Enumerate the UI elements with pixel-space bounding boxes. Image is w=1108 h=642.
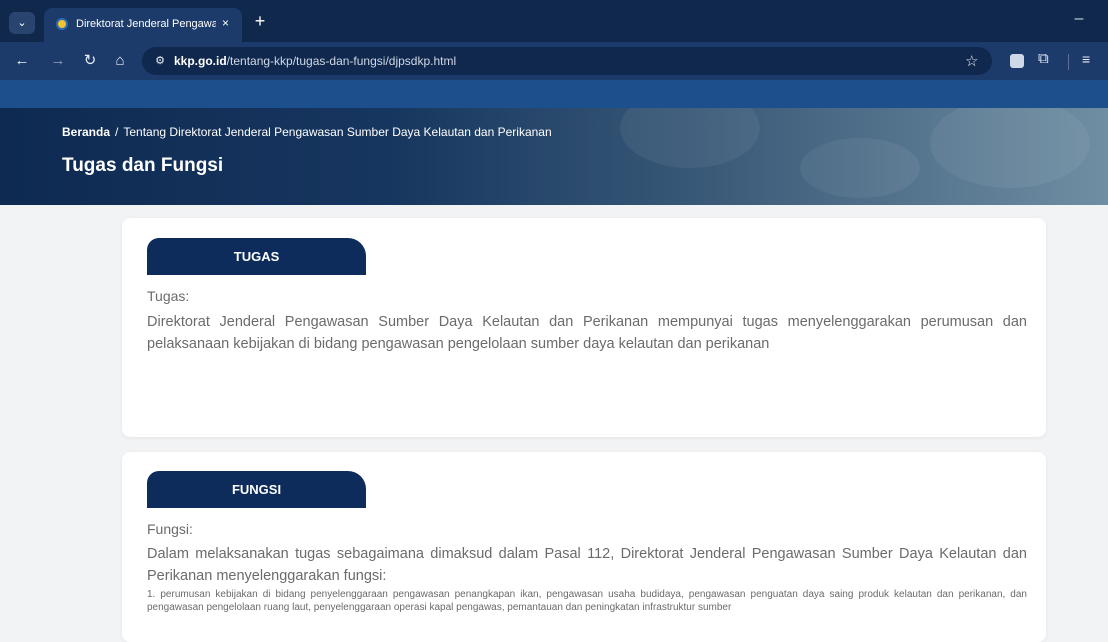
puzzle-icon[interactable]: ⧉ xyxy=(1038,50,1049,67)
address-bar[interactable]: ⚙ kkp.go.id/tentang-kkp/tugas-dan-fungsi… xyxy=(142,47,992,75)
star-icon[interactable]: ☆ xyxy=(965,52,978,70)
breadcrumb: Beranda / Tentang Direktorat Jenderal Peng… xyxy=(62,125,552,139)
toolbar-divider xyxy=(1068,54,1069,70)
hero-decoration xyxy=(800,138,920,198)
tugas-text: Direktorat Jenderal Pengawasan Sumber Da… xyxy=(147,314,1027,352)
minimize-button[interactable]: – xyxy=(1064,10,1094,30)
bookmarks-bar xyxy=(0,80,1108,108)
browser-toolbar: ← → ↻ ⌂ ⚙ kkp.go.id/tentang-kkp/tugas-da… xyxy=(0,42,1108,80)
browser-tabstrip: ⌄ Direktorat Jenderal Pengawasan × + – xyxy=(0,0,1108,42)
hero-decoration xyxy=(930,108,1090,188)
tugas-card: TUGAS Tugas: Direktorat Jenderal Pengawa… xyxy=(122,218,1046,437)
tab-title: Direktorat Jenderal Pengawasan xyxy=(76,18,216,30)
reload-icon[interactable]: ↻ xyxy=(80,51,100,71)
url-host: kkp.go.id xyxy=(174,54,227,68)
favicon-icon xyxy=(56,18,68,30)
browser-tab-active[interactable]: Direktorat Jenderal Pengawasan × xyxy=(44,8,242,42)
close-icon[interactable]: × xyxy=(222,16,229,30)
fungsi-intro: Dalam melaksanakan tugas sebagaimana dim… xyxy=(147,546,1027,584)
arrow-right-icon[interactable]: → xyxy=(48,51,68,71)
fungsi-label: Fungsi: xyxy=(147,521,193,537)
hero-decoration xyxy=(620,108,760,168)
site-info-icon[interactable]: ⚙ xyxy=(152,53,168,69)
tugas-heading: TUGAS xyxy=(147,238,366,275)
extension-icon[interactable] xyxy=(1010,54,1024,68)
page-title: Tugas dan Fungsi xyxy=(62,155,224,176)
home-icon[interactable]: ⌂ xyxy=(110,51,130,71)
new-tab-button[interactable]: + xyxy=(250,12,270,32)
fungsi-heading: FUNGSI xyxy=(147,471,366,508)
breadcrumb-home[interactable]: Beranda xyxy=(62,125,110,139)
fungsi-list-item: 1. perumusan kebijakan di bidang penyele… xyxy=(147,589,1027,613)
fungsi-card: FUNGSI Fungsi: Dalam melaksanakan tugas … xyxy=(122,452,1046,642)
url-path: /tentang-kkp/tugas-dan-fungsi/djpsdkp.ht… xyxy=(226,54,457,68)
breadcrumb-separator: / xyxy=(115,125,119,139)
arrow-left-icon[interactable]: ← xyxy=(12,51,32,71)
breadcrumb-current[interactable]: Tentang Direktorat Jenderal Pengawasan S… xyxy=(123,125,551,139)
url-text[interactable]: kkp.go.id/tentang-kkp/tugas-dan-fungsi/d… xyxy=(174,54,456,68)
hero-banner: Beranda / Tentang Direktorat Jenderal Peng… xyxy=(0,108,1108,205)
tugas-label: Tugas: xyxy=(147,288,190,304)
chevron-down-icon[interactable]: ⌄ xyxy=(9,12,35,34)
reading-list-icon[interactable]: ≡ xyxy=(1082,51,1090,67)
